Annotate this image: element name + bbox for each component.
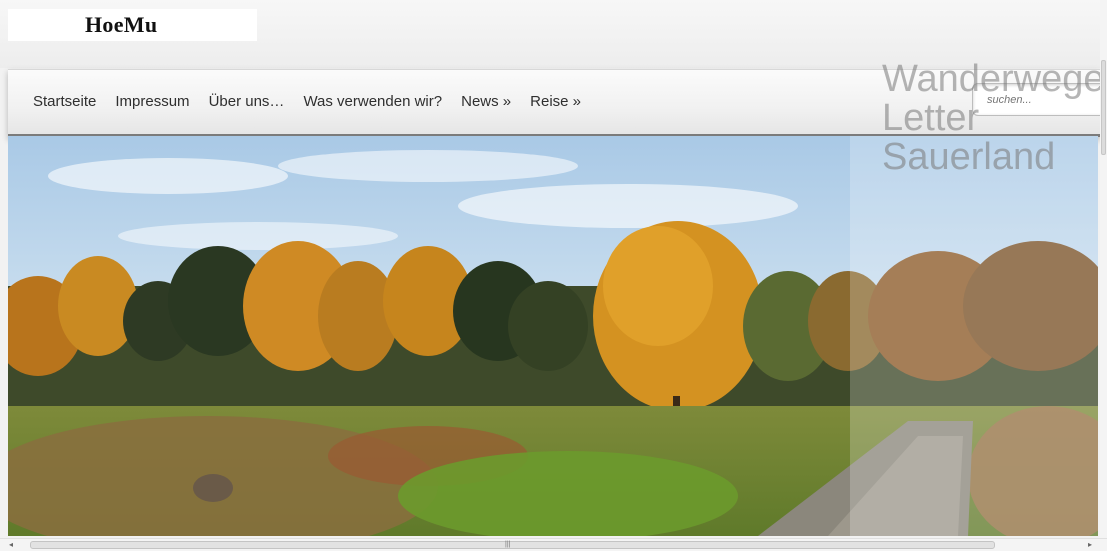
scrollbar-grip-icon: |||	[505, 541, 511, 548]
nav-item-news[interactable]: News »	[461, 93, 511, 110]
horizontal-scrollbar-thumb[interactable]	[30, 541, 995, 549]
hero-caption-line-3: Sauerland	[882, 136, 1056, 178]
nav-menu: Startseite Impressum Über uns… Was verwe…	[33, 93, 600, 110]
hero-overlay	[850, 136, 1098, 536]
scroll-right-arrow-icon[interactable]: ▸	[1088, 540, 1092, 549]
nav-item-impressum[interactable]: Impressum	[115, 93, 189, 110]
hero-caption-line-2: Letter	[882, 97, 980, 139]
hero-banner	[8, 136, 1098, 536]
vertical-scrollbar-thumb[interactable]	[1101, 60, 1106, 155]
nav-item-reise[interactable]: Reise »	[530, 93, 581, 110]
hero-caption: Wanderwege Letter Sauerland	[882, 60, 1107, 177]
nav-item-was-verwenden-wir[interactable]: Was verwenden wir?	[303, 93, 442, 110]
site-logo-text: HoeMu	[85, 12, 158, 37]
hero-caption-line-1: Wanderwege	[882, 58, 1105, 100]
nav-item-startseite[interactable]: Startseite	[33, 93, 96, 110]
nav-item-ueber-uns[interactable]: Über uns…	[209, 93, 285, 110]
site-logo[interactable]: HoeMu	[8, 9, 257, 41]
scroll-left-arrow-icon[interactable]: ◂	[9, 540, 13, 549]
